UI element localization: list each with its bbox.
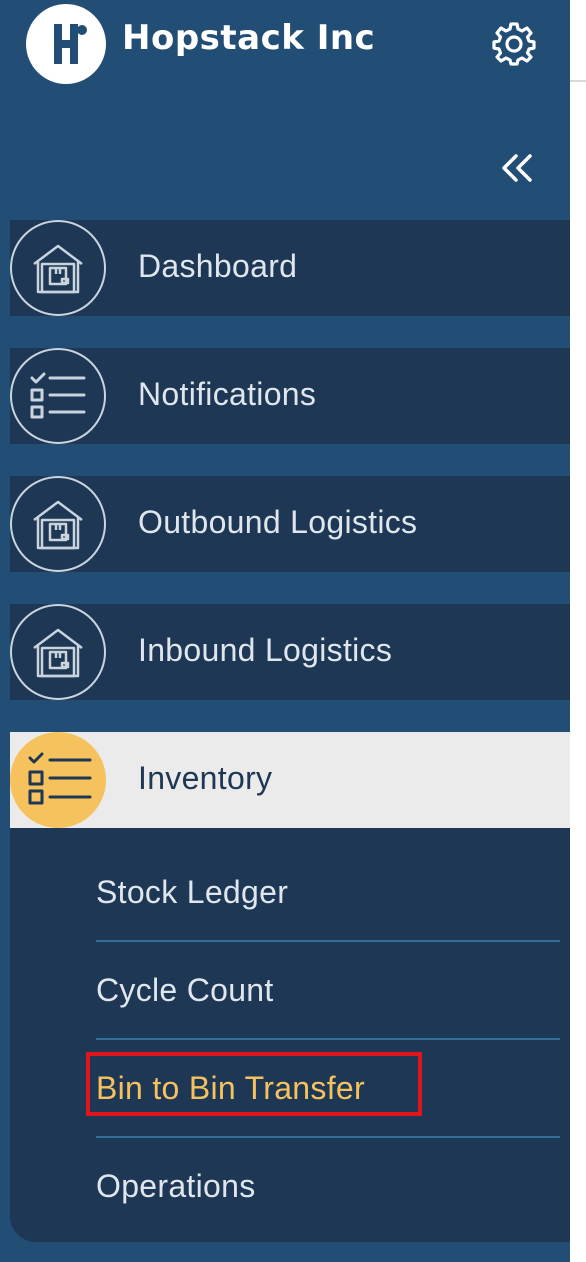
nav-item-inventory[interactable]: Inventory xyxy=(10,732,570,828)
nav-item-dashboard[interactable]: Dashboard xyxy=(10,220,570,316)
submenu-item-operations[interactable]: Operations xyxy=(96,1138,560,1236)
gear-icon[interactable] xyxy=(492,22,536,66)
nav-item-label: Notifications xyxy=(138,376,317,412)
nav-item-label: Inventory xyxy=(138,760,273,796)
collapse-sidebar-button[interactable] xyxy=(498,148,538,188)
submenu-item-label: Cycle Count xyxy=(96,972,274,1008)
nav-item-label: Dashboard xyxy=(138,248,298,284)
nav-item-notifications[interactable]: Notifications xyxy=(10,348,570,444)
header-divider xyxy=(570,80,586,82)
brand-logo[interactable] xyxy=(26,4,106,84)
warehouse-icon xyxy=(10,476,106,572)
submenu-item-cycle-count[interactable]: Cycle Count xyxy=(96,942,560,1040)
checklist-icon xyxy=(10,732,106,828)
hopstack-logo-icon xyxy=(54,24,87,64)
double-chevron-left-icon xyxy=(502,154,532,182)
warehouse-icon xyxy=(10,604,106,700)
checklist-icon xyxy=(10,348,106,444)
highlight-annotation-box xyxy=(86,1052,422,1116)
nav-item-label: Outbound Logistics xyxy=(138,504,418,540)
brand-name: Hopstack Inc xyxy=(122,18,376,58)
nav-item-inbound-logistics[interactable]: Inbound Logistics xyxy=(10,604,570,700)
warehouse-icon xyxy=(10,220,106,316)
nav-item-label: Inbound Logistics xyxy=(138,632,393,668)
sidebar: Hopstack Inc Dashboard Notifications Out… xyxy=(0,0,570,1262)
submenu-item-label: Operations xyxy=(96,1168,256,1204)
submenu-item-label: Stock Ledger xyxy=(96,874,289,910)
nav-item-outbound-logistics[interactable]: Outbound Logistics xyxy=(10,476,570,572)
submenu-item-stock-ledger[interactable]: Stock Ledger xyxy=(96,844,560,942)
